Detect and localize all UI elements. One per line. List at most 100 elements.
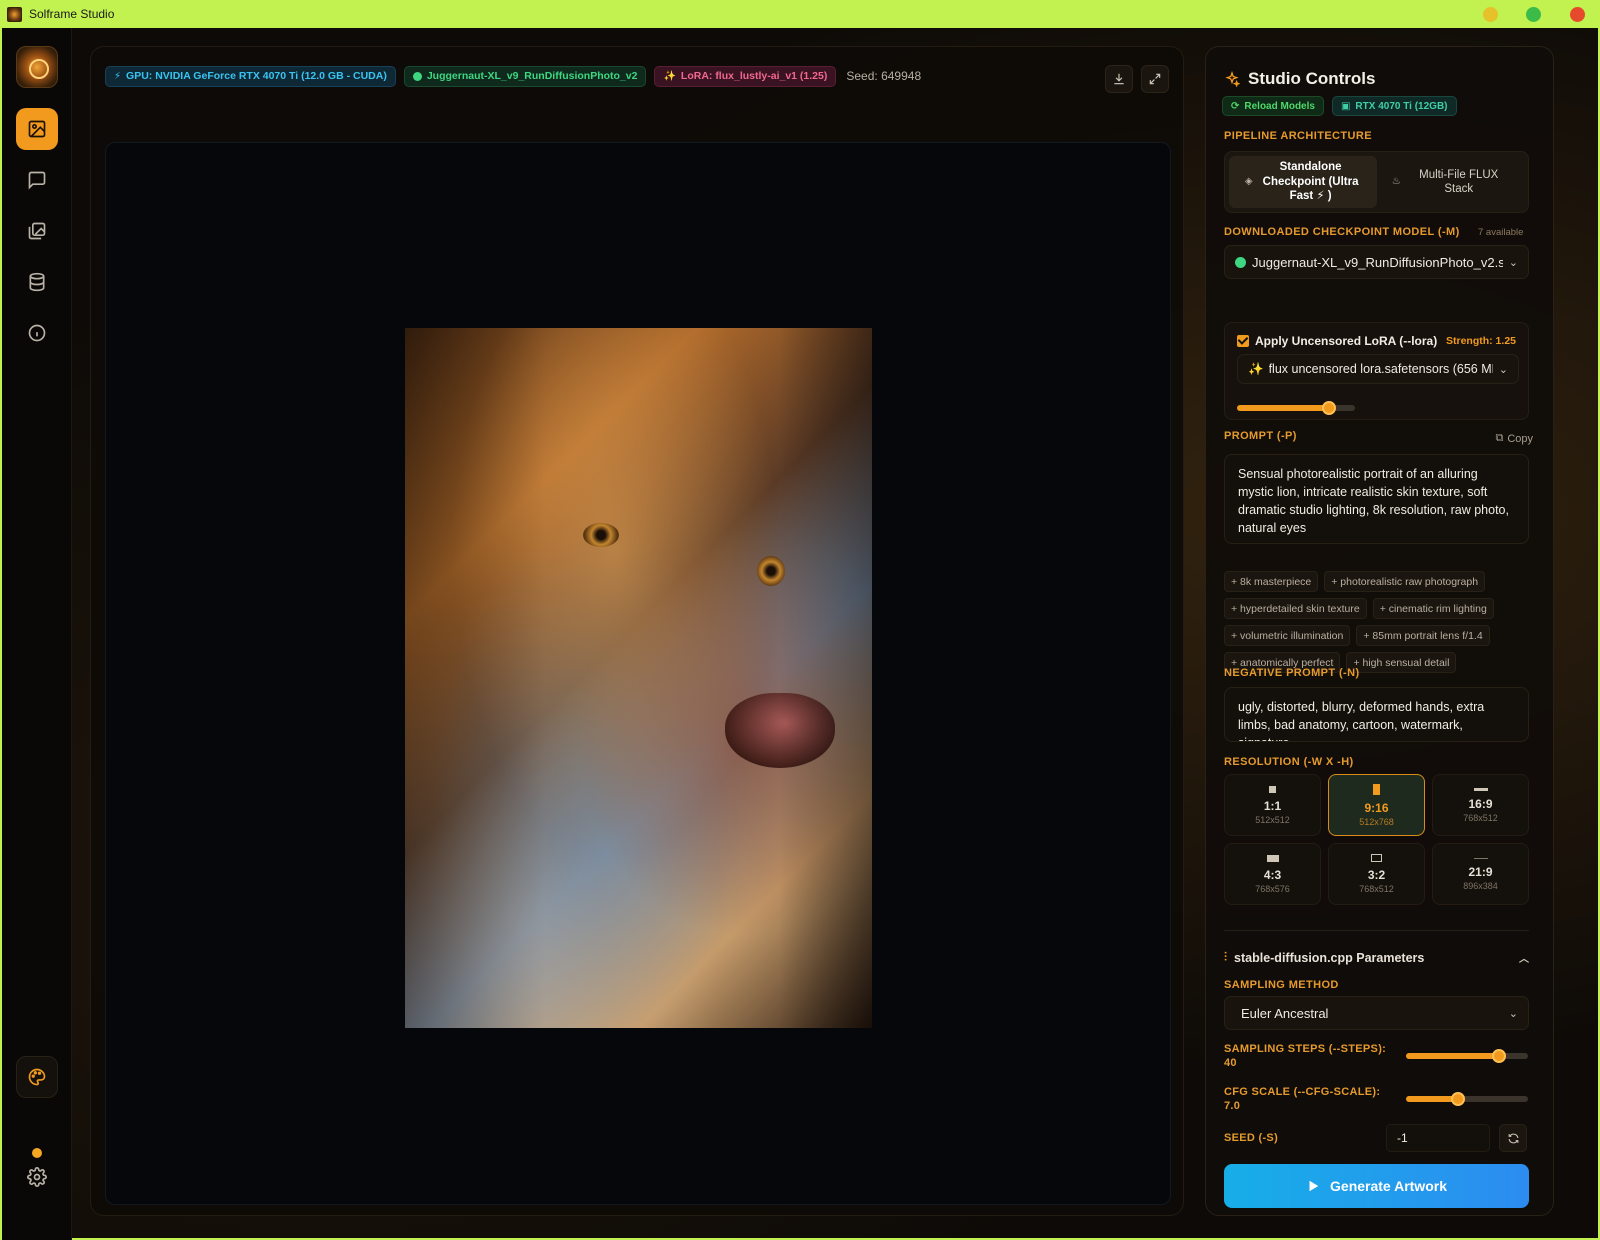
prompt-tag[interactable]: + high sensual detail xyxy=(1346,652,1457,673)
params-title: stable-diffusion.cpp Parameters xyxy=(1234,950,1425,965)
nav-models[interactable] xyxy=(16,261,58,303)
resolution-option-1-1[interactable]: 1:1 512x512 xyxy=(1224,774,1321,836)
chevron-up-icon: ︿ xyxy=(1519,954,1529,965)
checkpoint-select[interactable]: Juggernaut-XL_v9_RunDiffusionPhoto_v2.sa… xyxy=(1224,245,1529,279)
resolution-option-4-3[interactable]: 4:3 768x576 xyxy=(1224,843,1321,905)
app-logo-icon xyxy=(7,6,22,22)
checkpoint-label: DOWNLOADED CHECKPOINT MODEL (-M) xyxy=(1224,226,1460,238)
nav-about[interactable] xyxy=(16,312,58,354)
resolution-ratio: 21:9 xyxy=(1468,864,1493,879)
negative-prompt-label: NEGATIVE PROMPT (-N) xyxy=(1224,667,1360,679)
generate-label: Generate Artwork xyxy=(1330,1178,1447,1194)
sampling-method-label: SAMPLING METHOD xyxy=(1224,979,1339,991)
artwork-shading xyxy=(405,328,872,1028)
slider-knob[interactable] xyxy=(1451,1092,1466,1106)
window-titlebar: Solframe Studio xyxy=(0,0,1600,28)
image-viewport xyxy=(105,142,1171,1205)
database-icon xyxy=(29,272,45,292)
resolution-grid: 1:1 512x512 9:16 512x768 16:9 768x512 4:… xyxy=(1224,774,1529,905)
copy-prompt-button[interactable]: ⧉ Copy xyxy=(1495,432,1533,445)
lora-file-select[interactable]: ✨ flux uncensored lora.safetensors (656 … xyxy=(1237,354,1519,384)
prompt-tag[interactable]: + hyperdetailed skin texture xyxy=(1224,598,1367,619)
nav-gallery[interactable] xyxy=(16,210,58,252)
palette-icon xyxy=(28,1068,46,1086)
prompt-tag[interactable]: + volumetric illumination xyxy=(1224,625,1351,646)
prompt-tag[interactable]: + photorealistic raw photograph xyxy=(1324,571,1486,592)
sampling-method-select[interactable]: Euler Ancestral ⌄ xyxy=(1224,996,1529,1030)
image-icon xyxy=(28,120,46,138)
resolution-option-21-9[interactable]: 21:9 896x384 xyxy=(1432,843,1529,905)
minimize-button[interactable] xyxy=(1483,7,1498,22)
pipeline-multi-label: Multi-File FLUX Stack xyxy=(1419,168,1499,195)
resolution-option-16-9[interactable]: 16:9 768x512 xyxy=(1432,774,1529,836)
info-icon xyxy=(28,324,46,342)
square-icon xyxy=(1269,785,1276,793)
expand-icon xyxy=(1149,73,1161,85)
resolution-option-9-16[interactable]: 9:16 512x768 xyxy=(1328,774,1425,836)
lora-chip-label: LoRA: flux_lustly-ai_v1 (1.25) xyxy=(680,70,828,82)
landscape-icon xyxy=(1473,787,1488,791)
steps-value: 40 xyxy=(1224,1057,1237,1069)
generated-artwork-image[interactable] xyxy=(405,328,872,1028)
cfg-slider[interactable] xyxy=(1406,1092,1528,1106)
pipeline-multi-option[interactable]: ♨ Multi-File FLUX Stack xyxy=(1377,156,1525,208)
pipeline-standalone-option[interactable]: ◈ Standalone Checkpoint (Ultra Fast ⚡ ) xyxy=(1229,156,1377,208)
app-window: ⚡ GPU: NVIDIA GeForce RTX 4070 Ti (12.0 … xyxy=(0,28,1600,1240)
chip-icon: ▣ xyxy=(1340,100,1351,112)
refresh-icon xyxy=(1508,1133,1518,1143)
slider-fill xyxy=(1237,405,1330,411)
nav-chat[interactable] xyxy=(16,159,58,201)
reload-models-button[interactable]: ⟳ Reload Models xyxy=(1222,96,1324,116)
lora-checkbox[interactable] xyxy=(1237,335,1249,347)
panel-title: Studio Controls xyxy=(1248,69,1376,88)
lora-chip: ✨ LoRA: flux_lustly-ai_v1 (1.25) xyxy=(654,65,837,87)
generate-artwork-button[interactable]: Generate Artwork xyxy=(1224,1164,1529,1208)
lora-toggle[interactable]: Apply Uncensored LoRA (--lora) xyxy=(1237,334,1437,348)
randomize-seed-button[interactable] xyxy=(1499,1124,1527,1152)
status-bar: ⚡ GPU: NVIDIA GeForce RTX 4070 Ti (12.0 … xyxy=(105,65,921,87)
resolution-ratio: 1:1 xyxy=(1263,798,1282,813)
nav-image-generate[interactable] xyxy=(16,108,58,150)
params-accordion-header[interactable]: ⫶ stable-diffusion.cpp Parameters ︿ xyxy=(1224,950,1529,965)
lora-label: Apply Uncensored LoRA (--lora) xyxy=(1255,334,1438,348)
chevron-down-icon: ⌄ xyxy=(1498,363,1508,376)
rectangle-icon xyxy=(1371,854,1382,862)
resolution-dims: 768x512 xyxy=(1463,812,1498,823)
slider-knob[interactable] xyxy=(1322,401,1337,415)
window-title: Solframe Studio xyxy=(29,7,115,21)
nav-rail xyxy=(2,28,72,1240)
prompt-tag[interactable]: + cinematic rim lighting xyxy=(1372,598,1494,619)
seed-input[interactable]: -1 xyxy=(1386,1124,1490,1152)
resolution-dims: 768x512 xyxy=(1359,884,1394,894)
close-button[interactable] xyxy=(1570,7,1585,22)
lora-strength: Strength: 1.25 xyxy=(1445,335,1516,347)
prompt-input[interactable]: Sensual photorealistic portrait of an al… xyxy=(1224,454,1529,544)
cfg-label: CFG SCALE (--CFG-SCALE): 7.0 xyxy=(1224,1085,1380,1113)
steps-slider[interactable] xyxy=(1406,1049,1528,1063)
prompt-tag[interactable]: + 85mm portrait lens f/1.4 xyxy=(1356,625,1490,646)
lora-section: Apply Uncensored LoRA (--lora) Strength:… xyxy=(1224,322,1529,420)
lora-file-value: flux uncensored lora.safetensors (656 MB… xyxy=(1268,362,1493,376)
model-chip: Juggernaut-XL_v9_RunDiffusionPhoto_v2 xyxy=(403,65,647,87)
pipeline-toggle: ◈ Standalone Checkpoint (Ultra Fast ⚡ ) … xyxy=(1224,151,1529,213)
seed-label: SEED (-S) xyxy=(1224,1132,1279,1144)
panel-header: Studio Controls xyxy=(1224,69,1375,89)
prompt-tag[interactable]: + 8k masterpiece xyxy=(1224,571,1319,592)
slider-fill xyxy=(1406,1053,1499,1059)
theme-button[interactable] xyxy=(16,1056,58,1098)
steps-label: SAMPLING STEPS (--STEPS): 40 xyxy=(1224,1042,1386,1070)
negative-prompt-input[interactable]: ugly, distorted, blurry, deformed hands,… xyxy=(1224,687,1529,742)
fullscreen-button[interactable] xyxy=(1141,65,1169,93)
download-button[interactable] xyxy=(1105,65,1133,93)
maximize-button[interactable] xyxy=(1526,7,1541,22)
model-status-icon xyxy=(412,71,422,81)
refresh-icon: ⟳ xyxy=(1231,100,1240,112)
steps-label-text: SAMPLING STEPS (--STEPS): xyxy=(1224,1043,1387,1055)
panel-badges: ⟳ Reload Models ▣ RTX 4070 Ti (12GB) xyxy=(1222,96,1457,116)
gpu-badge-label: RTX 4070 Ti (12GB) xyxy=(1355,100,1448,112)
resolution-ratio: 16:9 xyxy=(1468,796,1493,811)
lora-strength-slider[interactable] xyxy=(1237,401,1355,415)
slider-knob[interactable] xyxy=(1491,1049,1506,1063)
resolution-option-3-2[interactable]: 3:2 768x512 xyxy=(1328,843,1425,905)
settings-button[interactable] xyxy=(16,1156,58,1198)
